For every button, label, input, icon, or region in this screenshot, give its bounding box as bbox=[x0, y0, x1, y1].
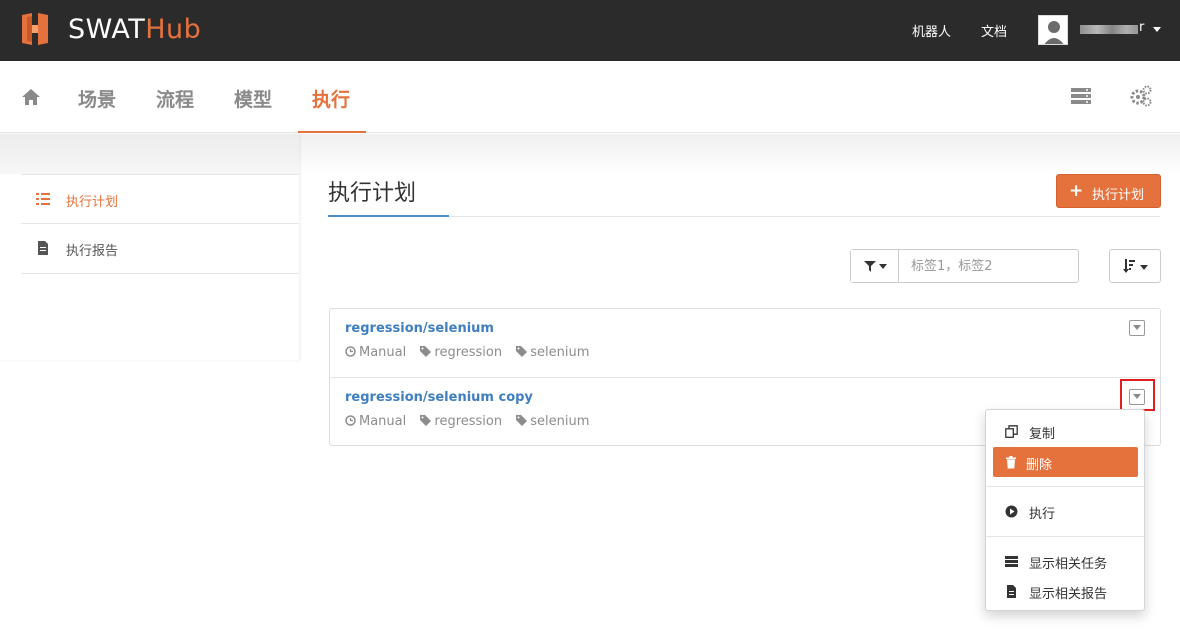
plan-meta: Manual regression selenium bbox=[345, 414, 599, 429]
plan-meta: Manual regression selenium bbox=[345, 345, 599, 360]
user-avatar-icon bbox=[1044, 21, 1064, 44]
plus-icon: + bbox=[1069, 181, 1084, 201]
username-suffix: r bbox=[1139, 20, 1145, 35]
tag[interactable]: regression bbox=[420, 414, 502, 429]
tag-icon bbox=[516, 346, 528, 357]
menu-item-show-related-reports[interactable]: 显示相关报告 bbox=[993, 576, 1138, 606]
blurred-username bbox=[1080, 25, 1138, 34]
file-icon bbox=[38, 241, 48, 255]
chevron-down-icon bbox=[1140, 265, 1148, 270]
trigger-label: Manual bbox=[359, 345, 407, 360]
plan-name-link[interactable]: regression/selenium bbox=[345, 321, 494, 336]
tag-label: regression bbox=[434, 414, 503, 429]
clock-icon bbox=[345, 415, 356, 426]
sidebar-item-label: 执行计划 bbox=[66, 195, 119, 210]
brand-name[interactable]: SWATHub bbox=[68, 14, 201, 45]
trash-icon bbox=[1006, 456, 1016, 469]
page-title: 执行计划 bbox=[328, 181, 417, 206]
top-bar: SWATHub 机器人 文档 r bbox=[0, 0, 1180, 61]
tag-label: regression bbox=[434, 345, 503, 360]
avatar[interactable] bbox=[1038, 15, 1068, 45]
tag-label: selenium bbox=[530, 345, 590, 360]
tab-models[interactable]: 模型 bbox=[234, 85, 272, 112]
main-nav: 场景 流程 模型 执行 bbox=[0, 61, 1180, 133]
menu-item-label: 显示相关任务 bbox=[1029, 557, 1108, 572]
sidebar-item-execution-reports[interactable]: 执行报告 bbox=[21, 223, 299, 272]
tag[interactable]: selenium bbox=[516, 345, 589, 360]
plan-name-link[interactable]: regression/selenium copy bbox=[345, 390, 533, 405]
robots-link[interactable]: 机器人 bbox=[912, 21, 951, 40]
menu-item-label: 执行 bbox=[1029, 507, 1056, 522]
list-icon bbox=[36, 193, 50, 205]
play-icon bbox=[1005, 505, 1018, 518]
file-icon bbox=[1007, 585, 1016, 598]
sidebar-header-shade bbox=[0, 134, 299, 174]
trigger-type: Manual bbox=[345, 414, 406, 429]
row-actions-dropdown-button[interactable] bbox=[1129, 320, 1145, 336]
sort-dropdown-button[interactable] bbox=[1109, 249, 1161, 283]
user-menu[interactable]: r bbox=[1080, 20, 1146, 36]
chevron-down-icon bbox=[879, 264, 887, 269]
menu-item-show-related-tasks[interactable]: 显示相关任务 bbox=[993, 546, 1138, 576]
menu-item-label: 显示相关报告 bbox=[1029, 587, 1108, 602]
filter-icon bbox=[864, 261, 876, 272]
swathub-logo-icon[interactable] bbox=[20, 13, 50, 45]
add-button-label: 执行计划 bbox=[1092, 188, 1145, 203]
highlight-annotation bbox=[1120, 379, 1155, 411]
copy-icon bbox=[1005, 425, 1018, 438]
tag-icon bbox=[420, 415, 432, 426]
list-item: regression/selenium Manual regression se… bbox=[330, 309, 1160, 377]
trigger-label: Manual bbox=[359, 414, 407, 429]
tab-scenes[interactable]: 场景 bbox=[78, 85, 116, 112]
tab-flows[interactable]: 流程 bbox=[156, 85, 194, 112]
clock-icon bbox=[345, 346, 356, 357]
menu-item-delete[interactable]: 删除 bbox=[993, 447, 1138, 477]
trigger-type: Manual bbox=[345, 345, 406, 360]
caret-down-icon bbox=[1133, 325, 1141, 330]
docs-link[interactable]: 文档 bbox=[981, 21, 1007, 40]
sort-icon bbox=[1123, 259, 1135, 273]
active-tab-indicator bbox=[298, 131, 366, 133]
brand-name-part2: Hub bbox=[145, 14, 202, 45]
menu-divider bbox=[986, 486, 1144, 487]
tag-filter-group bbox=[850, 249, 1079, 283]
brand-name-part1: SWAT bbox=[68, 14, 146, 45]
menu-divider bbox=[986, 536, 1144, 537]
tag[interactable]: selenium bbox=[516, 414, 589, 429]
tag-label: selenium bbox=[530, 414, 590, 429]
tag-icon bbox=[420, 346, 432, 357]
server-list-icon[interactable] bbox=[1070, 85, 1092, 107]
home-icon[interactable] bbox=[21, 88, 41, 106]
add-execution-plan-button[interactable]: + 执行计划 bbox=[1056, 174, 1161, 208]
tag-filter-input[interactable] bbox=[900, 250, 1078, 282]
settings-gears-icon[interactable] bbox=[1130, 85, 1152, 107]
title-accent-line bbox=[328, 215, 449, 217]
menu-item-label: 复制 bbox=[1029, 427, 1056, 442]
sidebar-item-execution-plans[interactable]: 执行计划 bbox=[21, 174, 299, 223]
title-divider bbox=[328, 216, 1160, 217]
menu-item-run[interactable]: 执行 bbox=[993, 496, 1138, 526]
tag[interactable]: regression bbox=[420, 345, 502, 360]
chevron-down-icon[interactable] bbox=[1153, 27, 1161, 32]
sidebar-divider bbox=[21, 273, 299, 274]
tag-icon bbox=[516, 415, 528, 426]
server-list-icon bbox=[1005, 556, 1018, 567]
menu-item-label: 删除 bbox=[1026, 458, 1053, 473]
menu-item-copy[interactable]: 复制 bbox=[993, 416, 1138, 446]
row-actions-menu: 复制 删除 执行 显示相关任务 显示相关报告 bbox=[985, 409, 1145, 611]
tab-execution[interactable]: 执行 bbox=[312, 85, 350, 112]
filter-dropdown-button[interactable] bbox=[851, 250, 899, 282]
sidebar-item-label: 执行报告 bbox=[66, 244, 119, 259]
